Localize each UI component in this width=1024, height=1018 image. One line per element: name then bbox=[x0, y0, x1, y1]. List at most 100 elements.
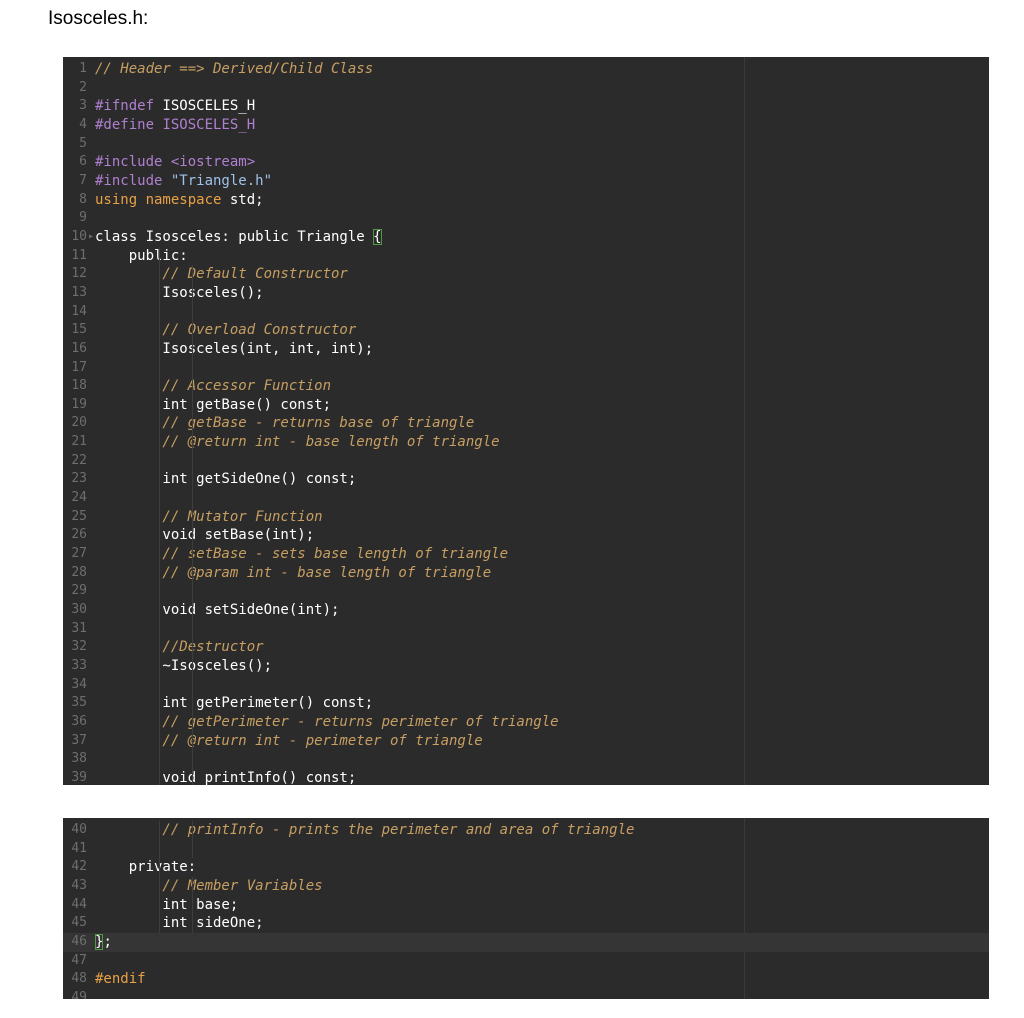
line-number: 45 bbox=[71, 915, 87, 931]
code-text[interactable]: #include <iostream> bbox=[95, 153, 255, 172]
code-line[interactable]: 33 ~Isosceles(); bbox=[63, 657, 989, 676]
code-text[interactable]: using namespace std; bbox=[95, 191, 264, 210]
code-text[interactable]: int sideOne; bbox=[95, 914, 263, 933]
code-text[interactable]: }; bbox=[95, 933, 112, 952]
code-text[interactable]: // getBase - returns base of triangle bbox=[95, 414, 474, 433]
code-token-comment: // Accessor Function bbox=[95, 378, 332, 395]
document-title: Isosceles.h: bbox=[48, 8, 149, 29]
code-text[interactable]: #ifndef ISOSCELES_H bbox=[95, 97, 255, 116]
code-text[interactable]: // getPerimeter - returns perimeter of t… bbox=[95, 713, 558, 732]
code-text[interactable]: private: bbox=[95, 858, 196, 877]
code-text[interactable]: Isosceles(); bbox=[95, 284, 264, 303]
code-token-default: { bbox=[373, 228, 382, 245]
code-line[interactable]: 19 int getBase() const; bbox=[63, 395, 989, 415]
code-line[interactable]: 37 // @return int - perimeter of triangl… bbox=[63, 731, 989, 751]
code-line[interactable]: 9 bbox=[63, 209, 989, 228]
code-line[interactable]: 30 void setSideOne(int); bbox=[63, 601, 989, 620]
code-line[interactable]: 26 void setBase(int); bbox=[63, 526, 989, 546]
code-line[interactable]: 49 bbox=[63, 989, 989, 999]
code-line[interactable]: 25 // Mutator Function bbox=[63, 507, 989, 527]
code-line[interactable]: 21 // @return int - base length of trian… bbox=[63, 433, 989, 452]
code-line[interactable]: 48 #endif bbox=[63, 970, 989, 989]
code-text[interactable]: void printInfo() const; bbox=[95, 769, 356, 785]
code-lines[interactable]: 40 // printInfo - prints the perimeter a… bbox=[63, 818, 989, 999]
code-text[interactable]: // setBase - sets base length of triangl… bbox=[95, 545, 508, 564]
code-text[interactable]: void setBase(int); bbox=[95, 526, 314, 545]
code-line[interactable]: 2 bbox=[63, 79, 989, 98]
code-line[interactable]: 34 bbox=[63, 675, 989, 695]
code-line[interactable]: 18 // Accessor Function bbox=[63, 377, 989, 396]
code-line[interactable]: 38 bbox=[63, 750, 989, 769]
code-editor-panel-top[interactable]: 1// Header ==> Derived/Child Class 2 3 #ifn… bbox=[63, 57, 989, 785]
code-lines[interactable]: 1// Header ==> Derived/Child Class 2 3 #ifn… bbox=[63, 57, 989, 785]
code-line[interactable]: 32 //Destructor bbox=[63, 638, 989, 657]
code-text[interactable]: int getSideOne() const; bbox=[95, 470, 356, 489]
code-text[interactable]: #define ISOSCELES_H bbox=[95, 116, 255, 135]
code-line[interactable]: 4 #define ISOSCELES_H bbox=[63, 116, 989, 135]
code-token-default: Isosceles(); bbox=[95, 284, 264, 301]
code-line[interactable]: 22 bbox=[63, 451, 989, 471]
code-line[interactable]: 40 // printInfo - prints the perimeter a… bbox=[63, 821, 989, 840]
code-line[interactable]: 31 bbox=[63, 619, 989, 639]
code-line[interactable]: 14 bbox=[63, 302, 989, 322]
code-text[interactable]: int getBase() const; bbox=[95, 396, 331, 415]
code-line[interactable]: 36 // getPerimeter - returns perimeter o… bbox=[63, 712, 989, 732]
code-line[interactable]: 47 bbox=[63, 952, 989, 971]
code-text[interactable]: int base; bbox=[95, 896, 238, 915]
code-line[interactable]: 11 public: bbox=[63, 246, 989, 266]
code-text[interactable]: #endif bbox=[95, 970, 146, 989]
code-line[interactable]: 15 // Overload Constructor bbox=[63, 321, 989, 340]
code-text[interactable]: Isosceles(int, int, int); bbox=[95, 340, 373, 359]
code-line[interactable]: 27 // setBase - sets base length of tria… bbox=[63, 545, 989, 564]
code-line[interactable]: 3 #ifndef ISOSCELES_H bbox=[63, 97, 989, 116]
code-line[interactable]: 1 // Header ==> Derived/Child Class bbox=[63, 60, 989, 79]
code-text[interactable]: // Header ==> Derived/Child Class bbox=[95, 60, 373, 79]
code-line[interactable]: 46}; bbox=[63, 932, 989, 952]
indent-guide bbox=[192, 358, 193, 378]
code-line[interactable]: 29 bbox=[63, 582, 989, 602]
code-text[interactable]: //Destructor bbox=[95, 638, 263, 657]
code-line[interactable]: 7 #include "Triangle.h" bbox=[63, 172, 989, 191]
code-line[interactable]: 23 int getSideOne() const; bbox=[63, 470, 989, 490]
code-line[interactable]: 35 int getPerimeter() const; bbox=[63, 694, 989, 713]
code-line[interactable]: 10▸class Isosceles: public Triangle { bbox=[63, 228, 989, 247]
code-text[interactable]: public: bbox=[95, 247, 188, 266]
code-line[interactable]: 8 using namespace std; bbox=[63, 191, 989, 210]
fold-arrow-icon[interactable]: ▸ bbox=[87, 228, 95, 247]
code-line[interactable]: 16 Isosceles(int, int, int); bbox=[63, 339, 989, 359]
code-text[interactable]: class Isosceles: public Triangle { bbox=[95, 228, 382, 247]
code-line[interactable]: 13 Isosceles(); bbox=[63, 283, 989, 303]
code-text[interactable]: // @param int - base length of triangle bbox=[95, 564, 491, 583]
code-line[interactable]: 24 bbox=[63, 489, 989, 508]
indent-guide bbox=[192, 545, 193, 564]
code-line[interactable]: 45 int sideOne; bbox=[63, 914, 989, 933]
code-text[interactable]: // Overload Constructor bbox=[95, 321, 356, 340]
code-text[interactable]: int getPerimeter() const; bbox=[95, 694, 373, 713]
code-line[interactable]: 5 bbox=[63, 135, 989, 154]
code-line[interactable]: 44 int base; bbox=[63, 895, 989, 915]
indent-guide bbox=[192, 470, 193, 490]
code-line[interactable]: 6 #include <iostream> bbox=[63, 153, 989, 172]
indent-guide bbox=[192, 433, 193, 452]
code-line[interactable]: 41 bbox=[63, 839, 989, 859]
indent-guide bbox=[159, 414, 160, 434]
code-text[interactable]: // Member Variables bbox=[95, 877, 322, 896]
code-line[interactable]: 17 bbox=[63, 358, 989, 378]
code-editor-panel-bottom[interactable]: 40 // printInfo - prints the perimeter a… bbox=[63, 818, 989, 999]
code-text[interactable]: // Accessor Function bbox=[95, 377, 331, 396]
code-text[interactable]: // Mutator Function bbox=[95, 508, 322, 527]
code-text[interactable]: // @return int - perimeter of triangle bbox=[95, 732, 482, 751]
code-text[interactable]: #include "Triangle.h" bbox=[95, 172, 272, 191]
code-line[interactable]: 43 // Member Variables bbox=[63, 876, 989, 896]
code-line[interactable]: 28 // @param int - base length of triang… bbox=[63, 563, 989, 583]
code-text[interactable]: void setSideOne(int); bbox=[95, 601, 339, 620]
code-text[interactable]: // Default Constructor bbox=[95, 265, 347, 284]
code-text[interactable]: // printInfo - prints the perimeter and … bbox=[95, 821, 634, 840]
code-line[interactable]: 42 private: bbox=[63, 858, 989, 877]
code-text[interactable]: // @return int - base length of triangle bbox=[95, 433, 499, 452]
code-line[interactable]: 12 // Default Constructor bbox=[63, 265, 989, 284]
indent-guide bbox=[192, 895, 193, 915]
code-line[interactable]: 39 void printInfo() const; bbox=[63, 768, 989, 785]
code-text[interactable]: ~Isosceles(); bbox=[95, 657, 272, 676]
code-line[interactable]: 20 // getBase - returns base of triangle bbox=[63, 414, 989, 434]
